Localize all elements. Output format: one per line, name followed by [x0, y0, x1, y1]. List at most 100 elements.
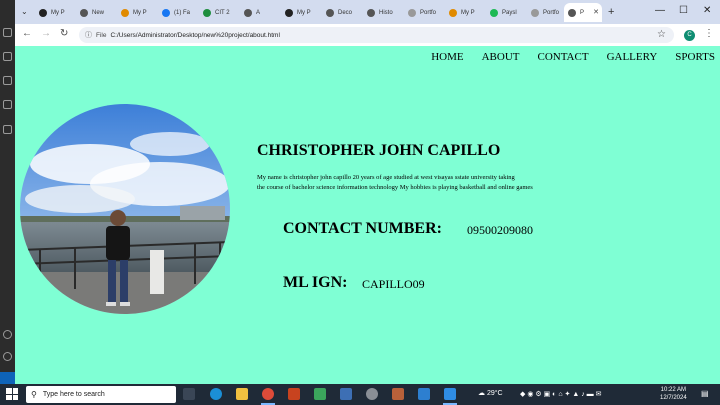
vscode-icon[interactable]: [444, 388, 456, 400]
source-control-icon[interactable]: [3, 76, 12, 85]
person-name-heading: CHRISTOPHER JOHN CAPILLO: [257, 142, 501, 159]
tab-6[interactable]: My P: [281, 3, 322, 22]
spreadsheet-icon[interactable]: [314, 388, 326, 400]
tab-label: Deco: [338, 9, 353, 16]
task-view-icon[interactable]: [183, 388, 195, 400]
tab-10[interactable]: My P: [445, 3, 486, 22]
run-debug-icon[interactable]: [3, 100, 12, 109]
tab-favicon-icon: [367, 8, 375, 17]
bio-line-1: My name is christopher john capillo 20 y…: [257, 174, 515, 181]
chrome-icon[interactable]: [262, 388, 274, 400]
tab-favicon-icon: [449, 8, 457, 17]
bio-text: My name is christopher john capillo 20 y…: [257, 173, 637, 193]
tab-active[interactable]: P ✕: [564, 3, 602, 22]
settings-gear-icon[interactable]: [3, 352, 12, 361]
taskbar-search-box[interactable]: ⚲ Type here to search: [26, 386, 176, 403]
nav-sports[interactable]: SPORTS: [675, 51, 715, 63]
tab-label: A: [256, 9, 261, 16]
desktop-screen: ⌄ My P New My P (1) Fa CIT 2 A My P Deco Histo Po…: [0, 0, 720, 405]
browser-window: ⌄ My P New My P (1) Fa CIT 2 A My P Deco Histo Po…: [15, 0, 720, 384]
tab-12[interactable]: Portfo: [527, 3, 568, 22]
tab-favicon-icon: [121, 8, 129, 17]
tab-favicon-icon: [568, 8, 576, 17]
bio-line-2: the course of bachelor science informati…: [257, 184, 533, 191]
tab-favicon-icon: [39, 8, 47, 17]
tab-label: Histo: [379, 9, 393, 16]
contact-number-label: CONTACT NUMBER:: [283, 220, 442, 237]
search-icon[interactable]: [3, 52, 12, 61]
weather-widget[interactable]: ☁ 29°C: [478, 389, 503, 397]
reload-icon[interactable]: ↻: [60, 28, 68, 39]
extensions-icon[interactable]: [3, 125, 12, 134]
nav-about[interactable]: ABOUT: [482, 51, 520, 63]
tab-2[interactable]: My P: [117, 3, 158, 22]
clock-time: 10:22 AM: [660, 387, 687, 393]
tab-label: Portfo: [543, 9, 560, 16]
tab-5[interactable]: A: [240, 3, 281, 22]
media-app-icon[interactable]: [392, 388, 404, 400]
account-icon[interactable]: [3, 330, 12, 339]
nav-home[interactable]: HOME: [431, 51, 463, 63]
tab-search-chevron-icon[interactable]: ⌄: [21, 7, 28, 16]
tab-strip: ⌄ My P New My P (1) Fa CIT 2 A My P Deco Histo Po…: [15, 0, 720, 24]
tab-3[interactable]: (1) Fa: [158, 3, 199, 22]
bookmark-star-icon[interactable]: ☆: [657, 29, 666, 40]
close-window-button[interactable]: ✕: [703, 5, 711, 16]
tab-label: New: [92, 9, 105, 16]
taskbar-search-placeholder: Type here to search: [42, 391, 105, 398]
tab-label: My P: [51, 9, 65, 16]
maximize-button[interactable]: ☐: [679, 5, 688, 16]
ml-ign-value: CAPILLO09: [362, 277, 425, 291]
tab-favicon-icon: [531, 8, 539, 17]
edge-browser-icon[interactable]: [210, 388, 222, 400]
url-text: C:/Users/Administrator/Desktop/new%20pro…: [110, 31, 280, 39]
word-icon[interactable]: [340, 388, 352, 400]
info-icon[interactable]: ⓘ: [85, 30, 92, 40]
paint-app-icon[interactable]: [418, 388, 430, 400]
contact-number-value: 09500209080: [467, 223, 533, 237]
tab-favicon-icon: [408, 8, 416, 17]
tab-favicon-icon: [244, 8, 252, 17]
tab-label: (1) Fa: [174, 9, 191, 16]
minimize-button[interactable]: —: [655, 5, 665, 16]
tab-favicon-icon: [285, 8, 293, 17]
top-nav: HOME ABOUT CONTACT GALLERY SPORTS: [431, 51, 715, 63]
powerpoint-icon[interactable]: [288, 388, 300, 400]
nav-gallery[interactable]: GALLERY: [607, 51, 658, 63]
profile-photo: [20, 104, 230, 314]
windows-start-icon[interactable]: [6, 388, 18, 400]
tab-favicon-icon: [326, 8, 334, 17]
back-arrow-icon[interactable]: ←: [22, 28, 32, 39]
tab-label: P: [580, 9, 585, 16]
tab-favicon-icon: [490, 8, 498, 17]
settings-gear-icon[interactable]: [366, 388, 378, 400]
tab-4[interactable]: CIT 2: [199, 3, 240, 22]
tab-favicon-icon: [203, 8, 211, 17]
forward-arrow-icon[interactable]: →: [41, 28, 51, 39]
clock-date: 12/7/2024: [660, 395, 687, 401]
tab-label: Paysl: [502, 9, 517, 16]
tab-close-icon[interactable]: ✕: [593, 8, 599, 16]
profile-avatar[interactable]: C: [684, 30, 695, 41]
tab-label: CIT 2: [215, 9, 230, 16]
explorer-icon[interactable]: [3, 28, 12, 37]
browser-menu-icon[interactable]: ⋮: [704, 28, 714, 39]
tab-11[interactable]: Paysl: [486, 3, 527, 22]
notification-icon[interactable]: ▤: [701, 389, 709, 398]
tray-icons[interactable]: ◆ ◉ ⚙ ▣ ◐ ⌂ ✦ ▲ ♪ ▬ ✉: [520, 390, 601, 398]
address-bar[interactable]: ⓘ File C:/Users/Administrator/Desktop/ne…: [79, 27, 674, 43]
tab-0[interactable]: My P: [35, 3, 76, 22]
scheme-chip: File: [96, 31, 107, 39]
weather-temp: 29°C: [486, 390, 503, 397]
nav-contact[interactable]: CONTACT: [537, 51, 588, 63]
tab-8[interactable]: Histo: [363, 3, 404, 22]
tab-favicon-icon: [162, 8, 170, 17]
tab-7[interactable]: Deco: [322, 3, 363, 22]
tab-9[interactable]: Portfo: [404, 3, 445, 22]
tab-1[interactable]: New: [76, 3, 117, 22]
new-tab-button[interactable]: +: [608, 6, 614, 18]
vscode-status-bar: [0, 372, 15, 384]
system-clock[interactable]: 10:22 AM 12/7/2024: [660, 386, 687, 402]
tab-label: Portfo: [420, 9, 437, 16]
file-explorer-icon[interactable]: [236, 388, 248, 400]
